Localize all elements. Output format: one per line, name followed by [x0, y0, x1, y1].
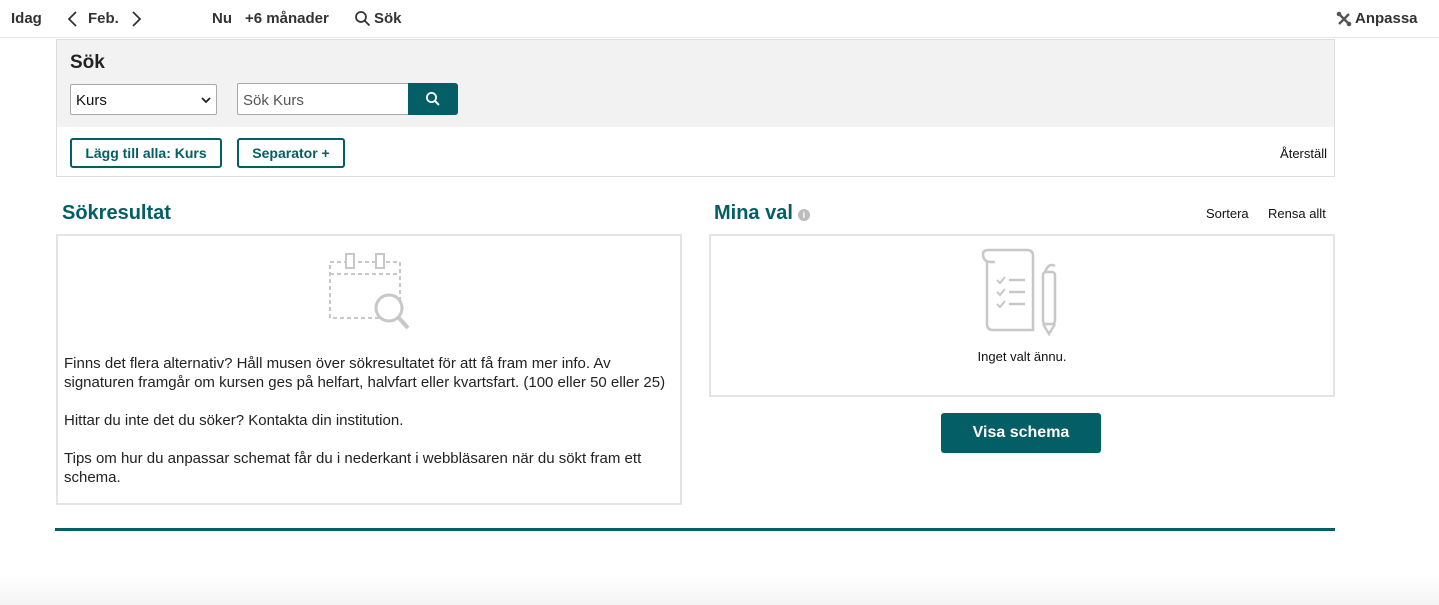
results-help-text: Finns det flera alternativ? Håll musen ö… [64, 354, 674, 506]
search-icon [426, 92, 440, 106]
help-paragraph: Finns det flera alternativ? Håll musen ö… [64, 355, 666, 391]
search-input[interactable]: Sök Kurs [237, 83, 408, 115]
empty-calendar-search-icon [329, 253, 410, 330]
search-icon [355, 11, 371, 27]
sort-link[interactable]: Sortera [1206, 206, 1249, 221]
search-type-select[interactable]: Kurs [70, 84, 217, 115]
info-icon[interactable]: i [797, 209, 810, 221]
tools-icon [1336, 11, 1352, 27]
help-paragraph: Tips om hur du anpassar schemat får du i… [64, 450, 642, 486]
previous-period-button[interactable] [63, 8, 83, 36]
top-navigation-bar: Idag Feb. Nu +6 månader Sök Anpassa [0, 0, 1439, 38]
customize-label: Anpassa [1355, 10, 1418, 27]
search-toggle-label: Sök [374, 10, 402, 27]
chevron-down-icon [201, 97, 211, 104]
next-period-button[interactable] [127, 8, 147, 36]
footer-shade [0, 575, 1439, 605]
add-all-button[interactable]: Lägg till alla: Kurs [70, 138, 222, 168]
results-box: Finns det flera alternativ? Håll musen ö… [56, 234, 682, 505]
chevron-right-icon [132, 11, 142, 27]
section-divider [55, 528, 1335, 531]
plus-six-months-button[interactable]: +6 månader [245, 9, 329, 29]
now-button[interactable]: Nu [212, 9, 232, 29]
search-type-selected-value: Kurs [76, 92, 107, 109]
results-heading: Sökresultat [62, 202, 171, 224]
selection-heading: Mina val i [714, 202, 810, 225]
reset-link[interactable]: Återställ [1280, 146, 1327, 161]
today-button[interactable]: Idag [11, 9, 42, 29]
empty-selection-text: Inget valt ännu. [977, 349, 1067, 364]
selection-heading-label: Mina val [714, 202, 793, 224]
search-toggle-button[interactable]: Sök [354, 9, 402, 29]
clear-all-link[interactable]: Rensa allt [1268, 206, 1326, 221]
current-month-label[interactable]: Feb. [88, 9, 119, 29]
chevron-left-icon [67, 11, 77, 27]
help-paragraph: Hittar du inte det du söker? Kontakta di… [64, 412, 404, 429]
search-submit-button[interactable] [408, 83, 458, 115]
customize-button[interactable]: Anpassa [1336, 9, 1418, 29]
show-schedule-button[interactable]: Visa schema [941, 413, 1101, 453]
search-panel: Sök Kurs Sök Kurs Lägg till alla: Kurs S… [56, 39, 1335, 177]
search-title: Sök [70, 52, 105, 73]
separator-button[interactable]: Separator + [237, 138, 345, 168]
checklist-pen-icon [981, 248, 1057, 336]
selection-box: Inget valt ännu. [709, 234, 1335, 397]
